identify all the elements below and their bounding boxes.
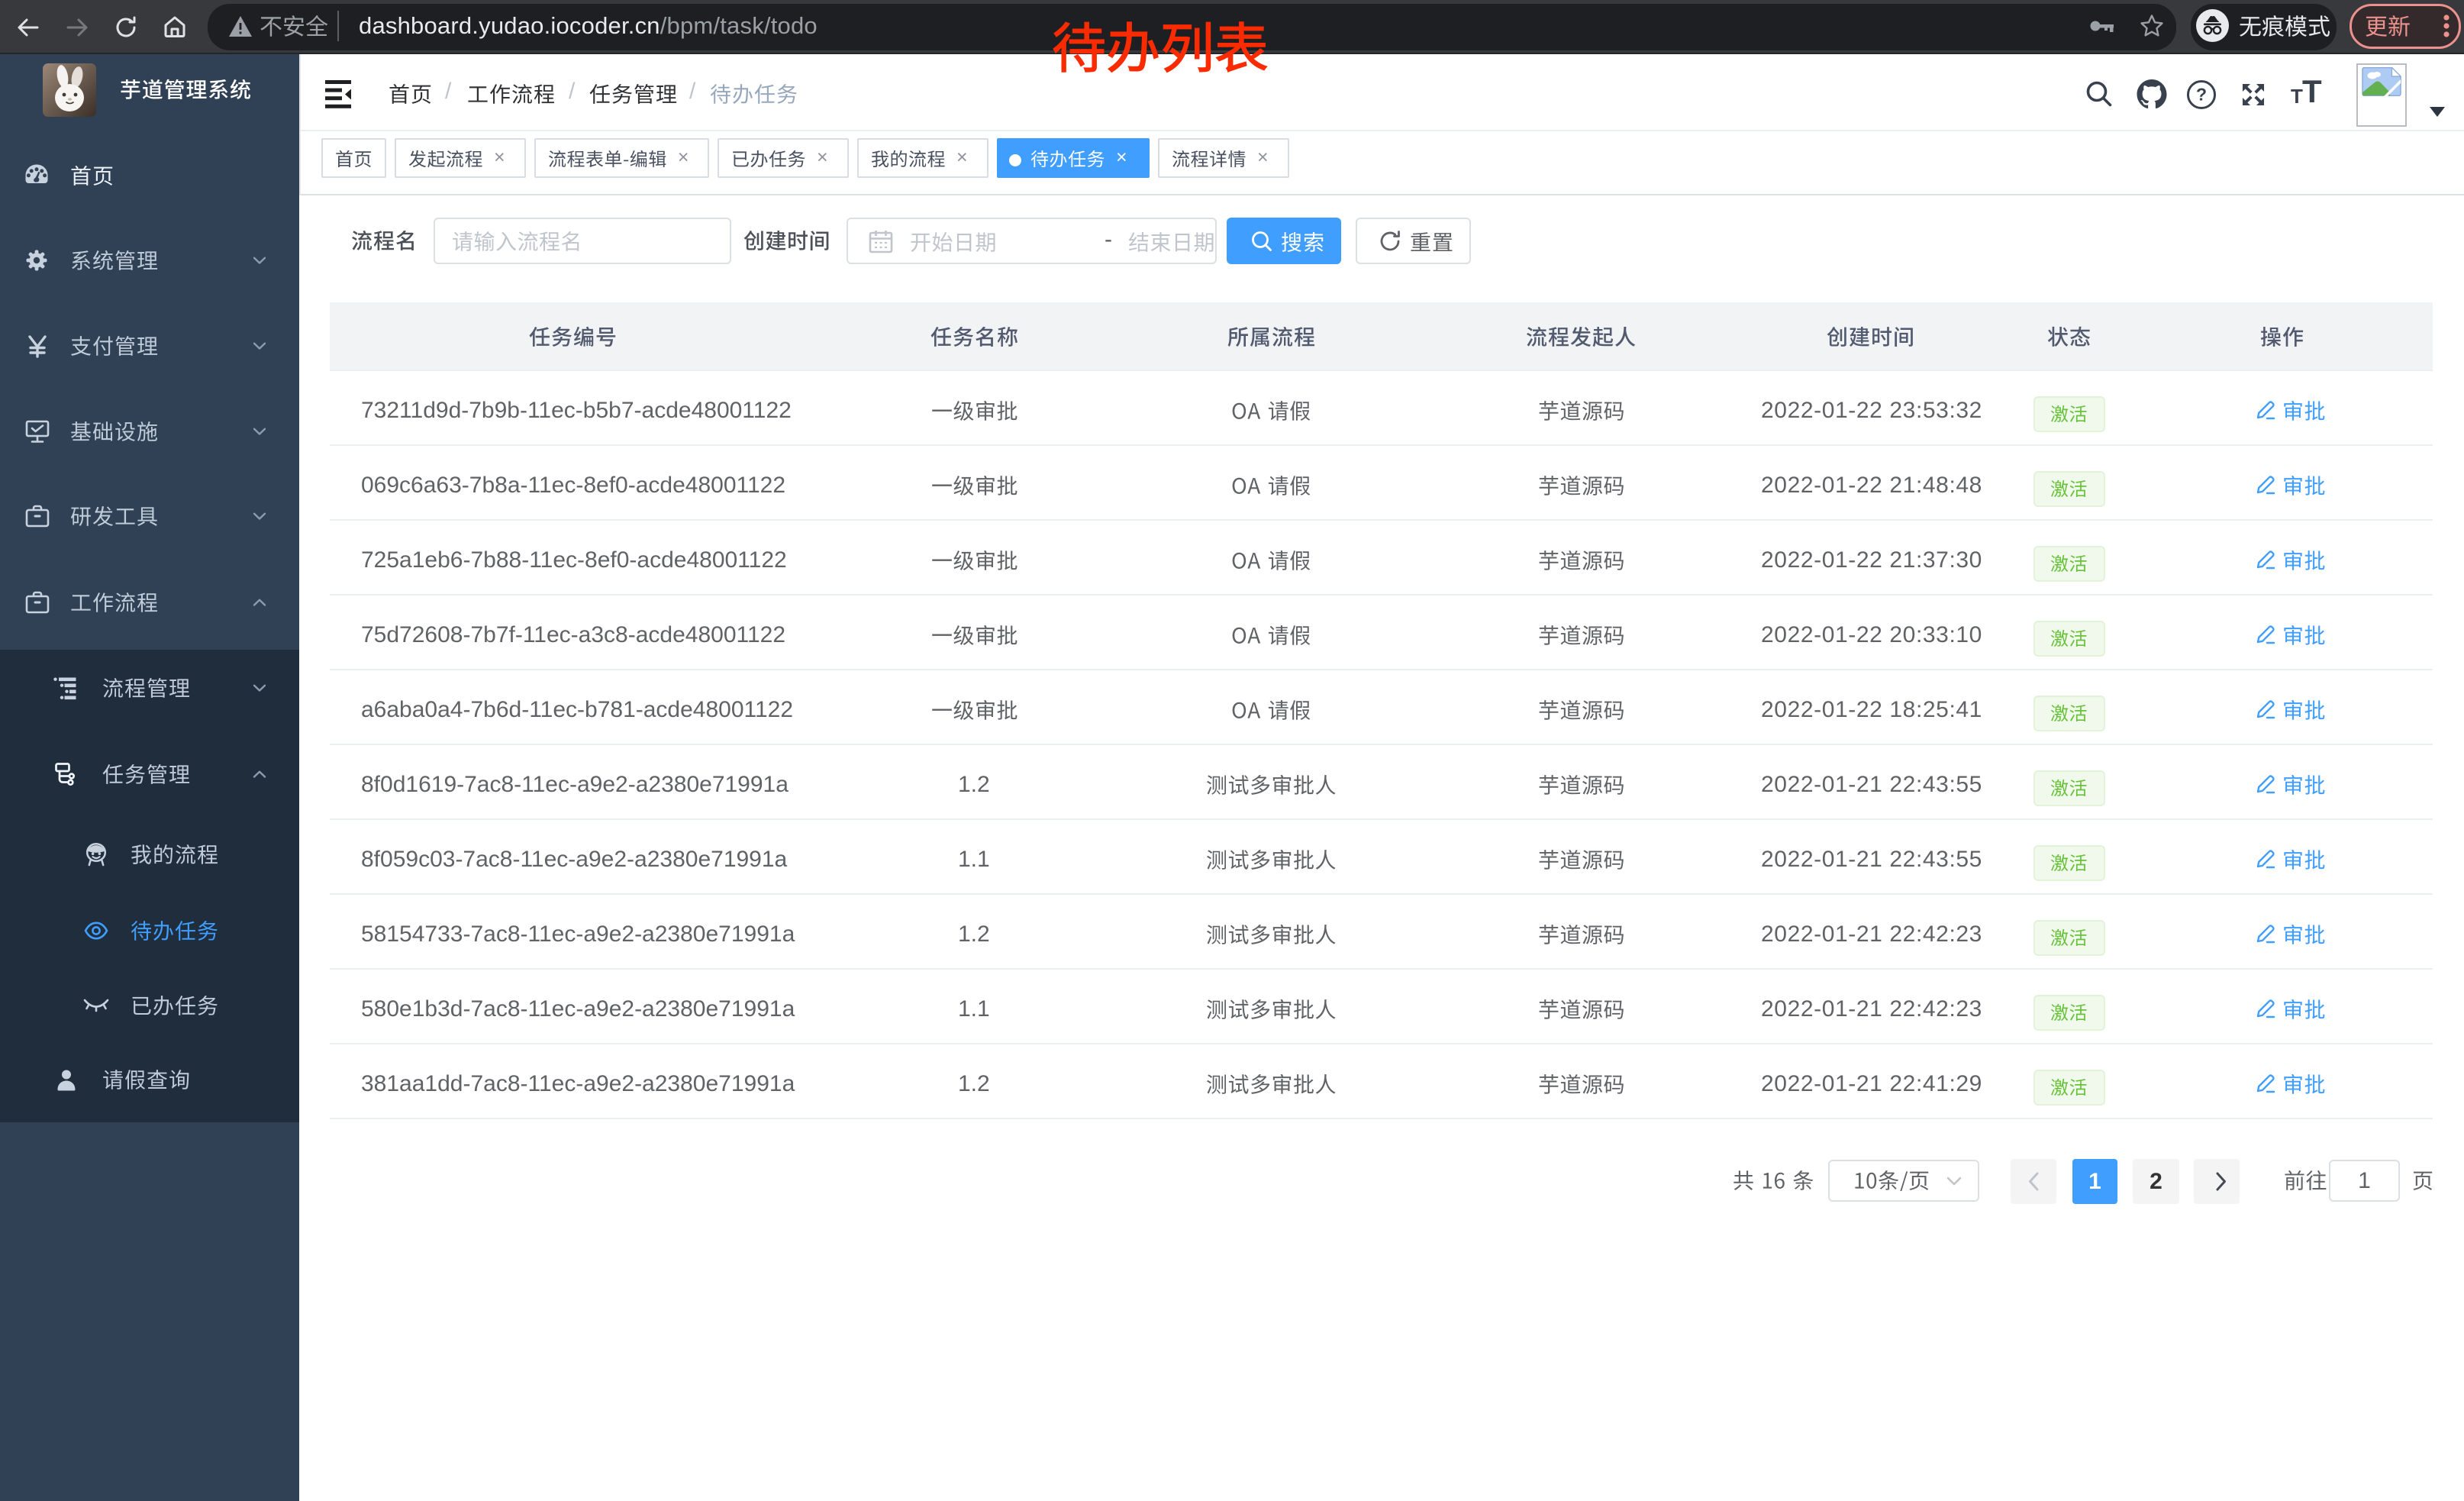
svg-text:?: ? xyxy=(2196,85,2207,105)
